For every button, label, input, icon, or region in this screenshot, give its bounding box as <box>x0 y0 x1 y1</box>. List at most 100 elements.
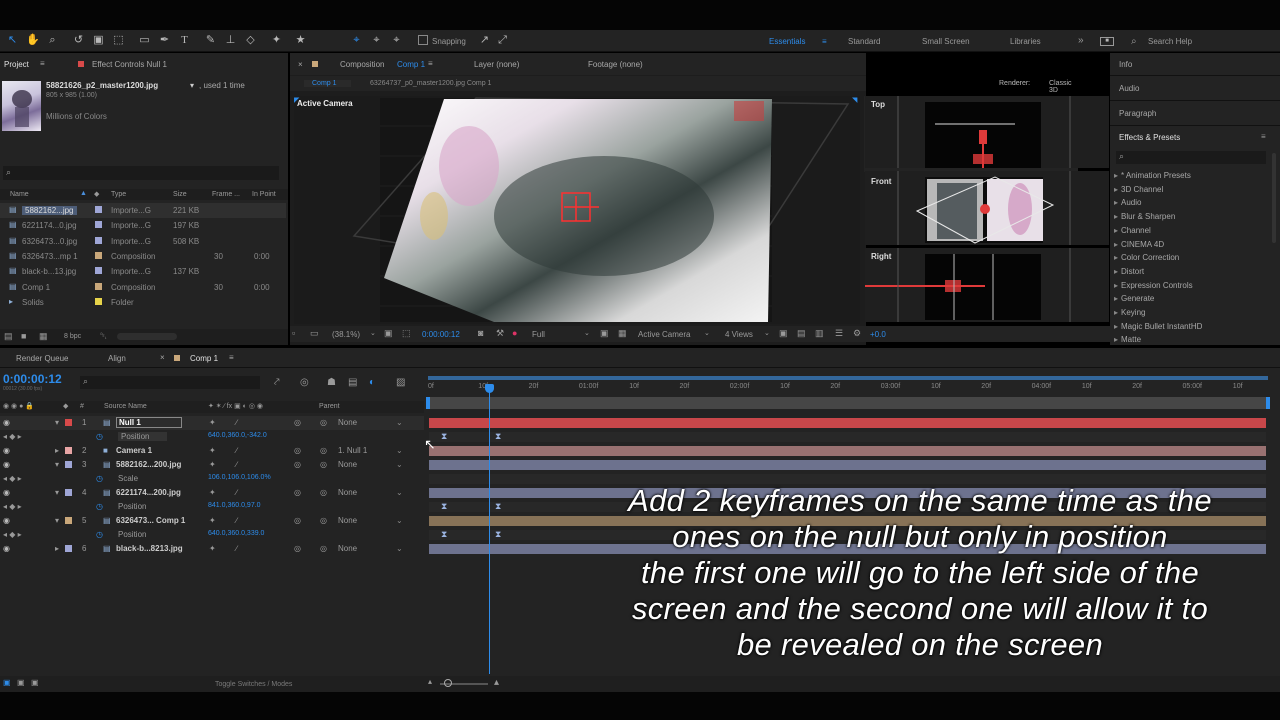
layer-label-chip[interactable] <box>65 516 72 524</box>
layer-name[interactable]: black-b...8213.jpg <box>116 544 183 553</box>
timeline-scrollbar-top[interactable] <box>428 376 1268 380</box>
workspace-standard[interactable]: Standard <box>848 37 880 46</box>
stopwatch-icon[interactable]: ◷ <box>96 502 103 511</box>
dropdown-triangle-icon[interactable]: ▾ <box>190 81 194 90</box>
keyframe-nav-icon[interactable]: ◂ ◆ ▸ <box>3 432 22 441</box>
search-help-icon[interactable]: ⌕ <box>1131 36 1137 47</box>
resolution-select[interactable]: Full <box>532 330 545 339</box>
top-view[interactable]: Top <box>865 96 1109 168</box>
layer-switch-icon[interactable]: ✦ <box>209 446 216 455</box>
work-area-start-marker[interactable] <box>426 397 430 409</box>
fast-previews-icon[interactable]: ▤ <box>797 328 806 339</box>
zoom-out-icon[interactable]: ▴ <box>428 677 432 686</box>
workspace-small-screen[interactable]: Small Screen <box>922 37 970 46</box>
parent-pickwhip-icon[interactable]: ◎ <box>320 516 327 525</box>
flowchart-icon[interactable]: ☰ <box>835 328 843 339</box>
label-color-chip[interactable] <box>95 206 102 213</box>
keyframe-icon[interactable]: ⧗ <box>441 501 447 512</box>
timeline-search-input[interactable]: ⌕ <box>80 376 260 389</box>
timeline-menu-icon[interactable]: ≡ <box>229 353 234 362</box>
keyframe-nav-icon[interactable]: ◂ ◆ ▸ <box>3 530 22 539</box>
world-axis-icon[interactable]: ⌖ <box>370 34 383 47</box>
effects-category[interactable]: ▸ Expression Controls <box>1114 281 1193 290</box>
info-panel-tab[interactable]: Info <box>1119 60 1132 69</box>
transparency-grid-icon[interactable]: ▦ <box>618 328 627 339</box>
expand-triangle-icon[interactable]: ▾ <box>55 516 59 525</box>
effects-category[interactable]: ▸ Keying <box>1114 308 1145 317</box>
parent-select[interactable]: None <box>338 460 357 469</box>
layer-3d-switch-icon[interactable]: ◎ <box>294 544 301 553</box>
effects-category[interactable]: ▸ Blur & Sharpen <box>1114 212 1175 221</box>
workspace-menu-icon[interactable]: ≡ <box>822 37 827 46</box>
in-out-icon[interactable]: ▣ <box>31 678 39 687</box>
effects-category[interactable]: ▸ Audio <box>1114 198 1141 207</box>
property-row[interactable]: ◂ ◆ ▸ ◷ Position 841.0,360.0,97.0 <box>0 500 424 514</box>
parent-select[interactable]: None <box>338 544 357 553</box>
composition-menu-icon[interactable]: ≡ <box>428 59 433 68</box>
tab-composition-name[interactable]: Comp 1 <box>397 60 425 69</box>
layer-row[interactable]: ◉ ▾ 5 ▤ 6326473... Comp 1 ✦ ∕ ◎ ◎ None ⌄ <box>0 514 424 528</box>
layer-switch-icon[interactable]: ∕ <box>236 460 237 469</box>
views-select[interactable]: 4 Views <box>725 330 753 339</box>
visibility-eye-icon[interactable]: ◉ <box>3 488 10 497</box>
parent-select[interactable]: None <box>338 418 357 427</box>
keyframe-nav-icon[interactable]: ◂ ◆ ▸ <box>3 474 22 483</box>
panel-close-icon[interactable]: × <box>298 60 303 69</box>
snap-option-icon[interactable]: ↗ <box>478 34 491 47</box>
layer-name[interactable]: Null 1 <box>116 417 182 428</box>
visibility-eye-icon[interactable]: ◉ <box>3 516 10 525</box>
layer-name[interactable]: 5882162...200.jpg <box>116 460 181 469</box>
layer-switch-icon[interactable]: ∕ <box>236 544 237 553</box>
new-folder-icon[interactable]: ■ <box>21 331 26 341</box>
property-value[interactable]: 841.0,360.0,97.0 <box>208 502 261 509</box>
stopwatch-icon[interactable]: ◷ <box>96 474 103 483</box>
puppet-tool-icon[interactable]: ★ <box>294 34 307 47</box>
tab-composition[interactable]: Composition <box>340 60 384 69</box>
safe-margins-icon[interactable]: ▣ <box>384 328 393 339</box>
column-frame[interactable]: Frame ... <box>212 191 240 198</box>
breadcrumb-active[interactable]: Comp 1 <box>304 80 351 87</box>
layer-row[interactable]: ◉ ▾ 1 ▤ Null 1 ✦ ∕ ◎ ◎ None ⌄ <box>0 416 424 430</box>
column-type[interactable]: Type <box>111 191 126 198</box>
layer-switch-icon[interactable]: ∕ <box>236 488 237 497</box>
layer-duration-bar[interactable] <box>429 445 1266 456</box>
layer-switch-icon[interactable]: ∕ <box>236 516 237 525</box>
pan-behind-tool-icon[interactable]: ⬚ <box>112 34 125 47</box>
search-help-input[interactable]: Search Help <box>1148 37 1192 46</box>
layer-switch-icon[interactable]: ✦ <box>209 460 216 469</box>
visibility-eye-icon[interactable]: ◉ <box>3 460 10 469</box>
property-row[interactable]: ◂ ◆ ▸ ◷ Position 640.0,360.0,339.0 <box>0 528 424 542</box>
keyframe-icon[interactable]: ⧗ <box>441 529 447 540</box>
toggle-switches-button[interactable]: Toggle Switches / Modes <box>215 681 292 688</box>
show-snapshot-icon[interactable]: ⚒ <box>496 328 504 339</box>
keyframe-icon[interactable]: ⧗ <box>495 431 501 442</box>
effects-category[interactable]: ▸ CINEMA 4D <box>1114 240 1164 249</box>
tab-project[interactable]: Project <box>4 60 29 69</box>
layer-row[interactable]: ◉ ▸ 2 ■ Camera 1 ✦ ∕ ◎ ◎ 1. Null 1 ⌄ <box>0 444 424 458</box>
time-ruler[interactable] <box>428 381 1268 395</box>
motion-blur-icon[interactable]: ◐ <box>369 377 375 388</box>
grid-icon[interactable]: ⬚ <box>402 328 411 339</box>
layer-row[interactable]: ◉ ▾ 3 ▤ 5882162...200.jpg ✦ ∕ ◎ ◎ None ⌄ <box>0 458 424 472</box>
layer-duration-bar[interactable] <box>429 459 1266 470</box>
renderer-value[interactable]: Classic 3D <box>1049 80 1072 94</box>
column-in-point[interactable]: In Point <box>252 191 276 198</box>
front-view[interactable]: Front <box>865 171 1109 245</box>
keyframe-icon[interactable]: ⧗ <box>495 501 501 512</box>
parent-select[interactable]: None <box>338 516 357 525</box>
camera-select[interactable]: Active Camera <box>638 330 690 339</box>
effects-menu-icon[interactable]: ≡ <box>1261 132 1266 141</box>
project-list-item[interactable]: ▤ 6326473...mp 1 Composition 30 0:00 <box>0 249 286 264</box>
tab-effect-controls[interactable]: Effect Controls Null 1 <box>92 60 167 69</box>
sync-settings-icon[interactable]: ■ <box>1100 37 1114 46</box>
audio-panel-tab[interactable]: Audio <box>1119 84 1139 93</box>
breadcrumb-item[interactable]: 63264737_p0_master1200.jpg Comp 1 <box>370 80 491 87</box>
work-area-end-marker[interactable] <box>1266 397 1270 409</box>
project-search-input[interactable]: ⌕ <box>3 166 279 180</box>
snapshot-icon[interactable]: ◙ <box>478 328 483 338</box>
layer-name[interactable]: 6221174...200.jpg <box>116 488 181 497</box>
layer-3d-switch-icon[interactable]: ◎ <box>294 418 301 427</box>
work-area-bar-fill[interactable] <box>428 397 1268 409</box>
effects-category[interactable]: ▸ Magic Bullet InstantHD <box>1114 322 1202 331</box>
expand-triangle-icon[interactable]: ▾ <box>55 488 59 497</box>
